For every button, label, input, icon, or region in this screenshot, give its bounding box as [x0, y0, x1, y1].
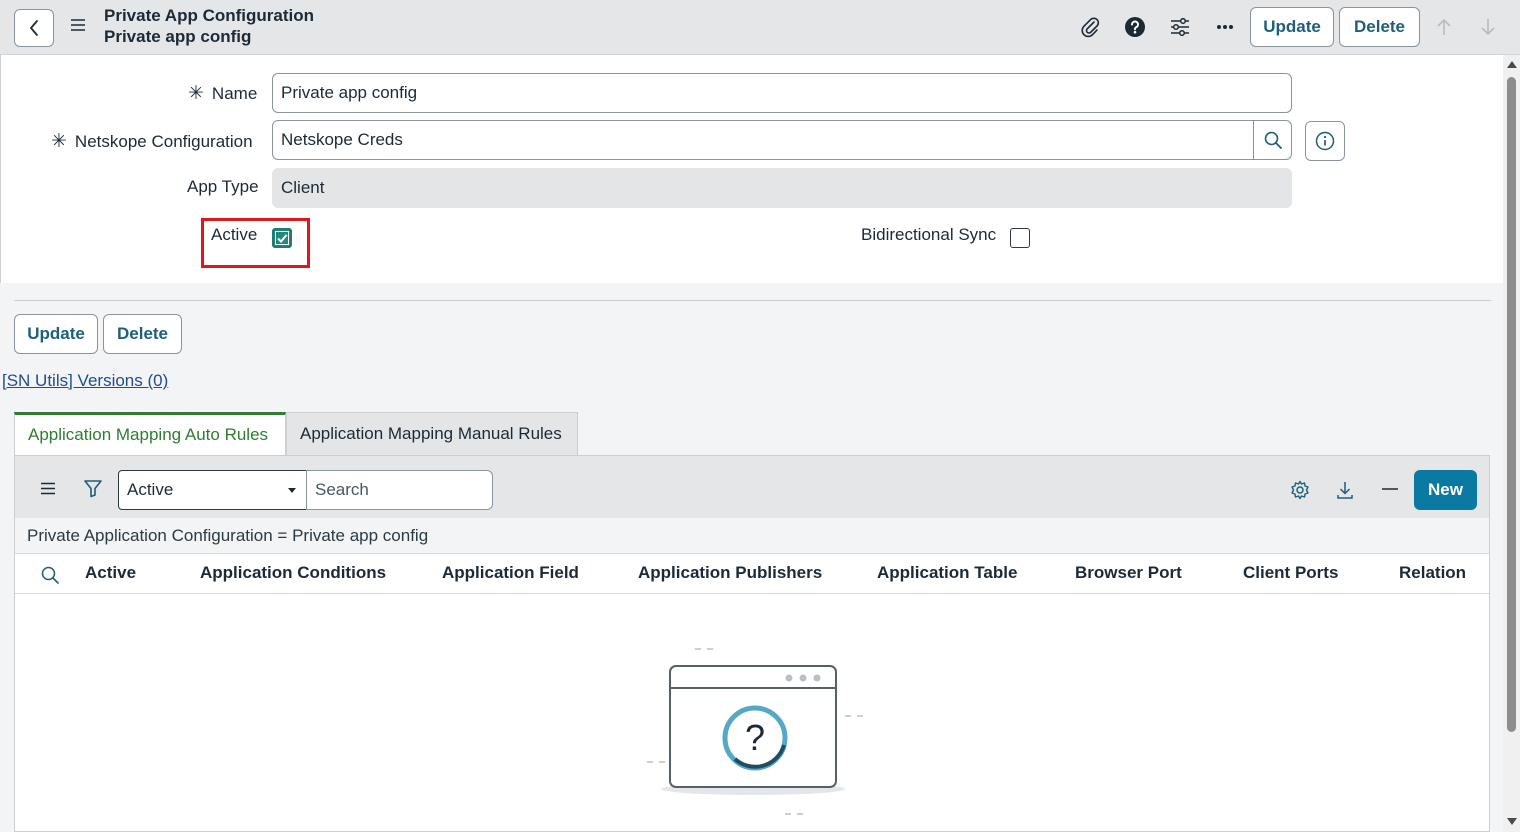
ellipsis-icon[interactable] [1212, 14, 1238, 40]
tab-manual-rules[interactable]: Application Mapping Manual Rules [286, 412, 578, 455]
column-header-client-ports[interactable]: Client Ports [1243, 563, 1338, 583]
sliders-icon[interactable] [1167, 14, 1193, 40]
netskope-configuration-field[interactable]: Netskope Creds [272, 120, 1292, 160]
page-subtitle: Private app config [104, 27, 252, 46]
column-header-application-publishers[interactable]: Application Publishers [638, 563, 822, 583]
search-icon[interactable] [41, 566, 59, 584]
hamburger-icon[interactable] [70, 18, 86, 32]
new-button[interactable]: New [1414, 470, 1477, 510]
column-header-application-table[interactable]: Application Table [877, 563, 1017, 583]
required-icon: ✳ [188, 83, 204, 104]
scroll-up-arrow-icon[interactable] [1507, 61, 1517, 68]
column-header-application-conditions[interactable]: Application Conditions [200, 563, 386, 583]
hamburger-icon[interactable] [40, 482, 56, 495]
delete-button[interactable]: Delete [103, 314, 182, 354]
arrow-down-icon[interactable] [1475, 14, 1501, 40]
arrow-up-icon[interactable] [1431, 14, 1457, 40]
column-header-relation[interactable]: Relation [1399, 563, 1466, 583]
paperclip-icon[interactable] [1077, 14, 1103, 40]
empty-state-illustration: ? [645, 644, 885, 829]
related-list: Active Search New Private Application Co… [14, 455, 1490, 832]
form-header: Private App Configuration Private app co… [0, 0, 1520, 55]
minus-icon[interactable] [1381, 487, 1399, 491]
svg-text:?: ? [745, 717, 765, 758]
versions-link[interactable]: [SN Utils] Versions (0) [2, 371, 168, 391]
filter-breadcrumb[interactable]: Private Application Configuration = Priv… [15, 518, 1489, 554]
column-header-application-field[interactable]: Application Field [442, 563, 579, 583]
header-delete-button[interactable]: Delete [1339, 7, 1420, 47]
question-circle-icon[interactable] [1122, 14, 1148, 40]
name-label: ✳ Name [188, 83, 258, 104]
column-header-active[interactable]: Active [85, 563, 136, 583]
active-highlight-box [201, 218, 310, 268]
column-header-row: Active Application Conditions Applicatio… [15, 554, 1489, 594]
caret-down-icon [288, 488, 296, 493]
download-icon[interactable] [1336, 480, 1354, 500]
app-type-label: App Type [187, 177, 259, 196]
bidirectional-sync-checkbox[interactable] [1010, 228, 1030, 248]
page-scrollbar[interactable] [1503, 55, 1520, 832]
netskope-configuration-label: ✳ Netskope Configuration [51, 131, 253, 152]
info-button[interactable] [1305, 121, 1345, 161]
page-title-block: Private App Configuration Private app co… [104, 5, 314, 47]
gear-icon[interactable] [1290, 480, 1310, 500]
required-icon: ✳ [51, 131, 67, 152]
section-divider [14, 300, 1491, 301]
update-button[interactable]: Update [14, 314, 98, 354]
app-type-field: Client [272, 168, 1292, 208]
list-search-input[interactable]: Search [306, 470, 493, 510]
search-icon [1264, 131, 1282, 149]
filter-select[interactable]: Active [118, 470, 307, 510]
scroll-down-arrow-icon[interactable] [1507, 818, 1517, 825]
bidirectional-sync-label: Bidirectional Sync [861, 225, 997, 244]
info-icon [1315, 131, 1335, 151]
tab-auto-rules[interactable]: Application Mapping Auto Rules [14, 412, 286, 455]
back-button[interactable] [14, 9, 54, 47]
lookup-search-button[interactable] [1253, 121, 1291, 159]
name-field[interactable]: Private app config [272, 73, 1292, 113]
header-update-button[interactable]: Update [1250, 7, 1334, 47]
scrollbar-thumb[interactable] [1507, 77, 1516, 732]
page-title: Private App Configuration [104, 6, 314, 25]
column-header-browser-port[interactable]: Browser Port [1075, 563, 1182, 583]
chevron-left-icon [28, 19, 40, 37]
funnel-icon[interactable] [83, 479, 103, 498]
list-toolbar: Active Search New [15, 456, 1489, 518]
